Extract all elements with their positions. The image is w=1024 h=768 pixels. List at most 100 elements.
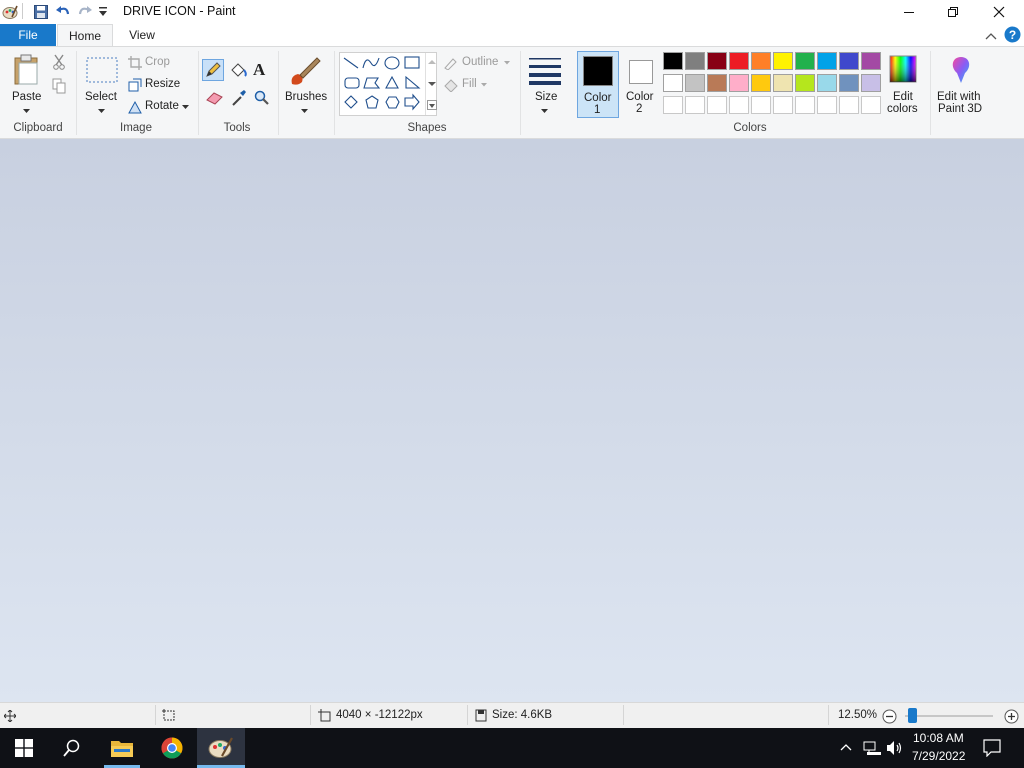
palette-color-swatch[interactable] bbox=[751, 74, 771, 92]
fill-bucket-icon[interactable] bbox=[229, 62, 247, 83]
palette-custom-slot[interactable] bbox=[751, 96, 771, 114]
clock-time[interactable]: 10:08 AM bbox=[913, 731, 964, 745]
pencil-icon bbox=[206, 62, 221, 77]
clock-date[interactable]: 7/29/2022 bbox=[912, 749, 965, 763]
canvas-area[interactable] bbox=[0, 139, 1024, 702]
palette-color-swatch[interactable] bbox=[707, 74, 727, 92]
customize-quick-access-icon[interactable] bbox=[98, 6, 108, 21]
notifications-icon[interactable] bbox=[983, 739, 1001, 757]
palette-custom-slot[interactable] bbox=[729, 96, 749, 114]
image-dimensions-icon bbox=[318, 709, 331, 722]
color-picker-icon[interactable] bbox=[231, 89, 247, 110]
size-button[interactable]: Size bbox=[526, 51, 564, 119]
status-divider bbox=[828, 705, 829, 725]
show-hidden-icons-icon[interactable] bbox=[840, 742, 852, 752]
palette-color-swatch[interactable] bbox=[751, 52, 771, 70]
rotate-button[interactable]: Rotate bbox=[127, 99, 193, 117]
svg-text:?: ? bbox=[1009, 28, 1016, 42]
restore-button[interactable] bbox=[930, 0, 976, 24]
palette-color-swatch[interactable] bbox=[861, 74, 881, 92]
crop-button[interactable]: Crop bbox=[127, 55, 187, 73]
zoom-out-icon[interactable] bbox=[882, 709, 897, 724]
paste-button[interactable]: Paste bbox=[6, 51, 48, 119]
palette-color-swatch[interactable] bbox=[663, 52, 683, 70]
copy-icon[interactable] bbox=[52, 78, 66, 97]
select-label: Select bbox=[85, 91, 117, 103]
minimize-ribbon-icon[interactable] bbox=[985, 30, 997, 44]
palette-custom-slot[interactable] bbox=[773, 96, 793, 114]
color2-button[interactable]: Color 2 bbox=[621, 51, 661, 118]
color1-button[interactable]: Color 1 bbox=[577, 51, 619, 118]
minimize-button[interactable] bbox=[886, 0, 932, 24]
start-button[interactable] bbox=[0, 728, 48, 768]
palette-custom-slot[interactable] bbox=[663, 96, 683, 114]
palette-color-swatch[interactable] bbox=[707, 52, 727, 70]
group-divider bbox=[76, 51, 77, 135]
palette-color-swatch[interactable] bbox=[861, 52, 881, 70]
paint-app-icon[interactable] bbox=[2, 4, 18, 23]
shapes-gallery[interactable] bbox=[339, 52, 437, 116]
palette-custom-slot[interactable] bbox=[685, 96, 705, 114]
network-icon[interactable] bbox=[863, 740, 881, 756]
tab-home[interactable]: Home bbox=[57, 24, 113, 47]
help-icon[interactable]: ? bbox=[1004, 26, 1021, 46]
palette-color-swatch[interactable] bbox=[729, 52, 749, 70]
redo-icon[interactable] bbox=[77, 4, 93, 23]
palette-color-swatch[interactable] bbox=[817, 74, 837, 92]
taskbar-paint[interactable] bbox=[197, 728, 245, 768]
taskbar-chrome[interactable] bbox=[148, 728, 196, 768]
palette-custom-slot[interactable] bbox=[707, 96, 727, 114]
palette-color-swatch[interactable] bbox=[685, 52, 705, 70]
rotate-icon bbox=[128, 100, 142, 114]
palette-custom-slot[interactable] bbox=[795, 96, 815, 114]
tab-file[interactable]: File bbox=[0, 24, 56, 46]
tab-view[interactable]: View bbox=[116, 24, 168, 46]
select-button[interactable]: Select bbox=[82, 51, 122, 119]
palette-custom-slot[interactable] bbox=[817, 96, 837, 114]
resize-button[interactable]: Resize bbox=[127, 77, 187, 95]
magnifier-icon[interactable] bbox=[254, 90, 270, 109]
palette-color-swatch[interactable] bbox=[839, 52, 859, 70]
group-divider bbox=[334, 51, 335, 135]
edit-with-paint3d-button[interactable]: Edit with Paint 3D bbox=[935, 51, 987, 119]
palette-color-swatch[interactable] bbox=[795, 74, 815, 92]
undo-icon[interactable] bbox=[55, 4, 71, 23]
pencil-tool[interactable] bbox=[202, 59, 224, 81]
palette-color-swatch[interactable] bbox=[773, 52, 793, 70]
palette-color-swatch[interactable] bbox=[795, 52, 815, 70]
shapes-gallery-icons bbox=[343, 56, 421, 111]
edit-colors-label-1: Edit bbox=[893, 91, 913, 103]
zoom-slider-track[interactable] bbox=[905, 715, 993, 717]
palette-color-swatch[interactable] bbox=[817, 52, 837, 70]
text-tool-icon[interactable]: A bbox=[253, 60, 265, 80]
close-button[interactable] bbox=[976, 0, 1022, 24]
window-title: DRIVE ICON - Paint bbox=[123, 4, 236, 18]
palette-color-swatch[interactable] bbox=[685, 74, 705, 92]
zoom-slider-thumb[interactable] bbox=[908, 708, 917, 723]
brushes-dropdown-icon bbox=[301, 109, 308, 113]
volume-icon[interactable] bbox=[886, 740, 904, 756]
fill-button[interactable]: Fill bbox=[442, 77, 502, 95]
taskbar-file-explorer[interactable] bbox=[98, 728, 146, 768]
palette-color-swatch[interactable] bbox=[839, 74, 859, 92]
fill-label: Fill bbox=[462, 78, 477, 90]
outline-button[interactable]: Outline bbox=[442, 55, 514, 73]
cut-icon[interactable] bbox=[52, 54, 66, 73]
search-button[interactable] bbox=[48, 728, 96, 768]
palette-color-swatch[interactable] bbox=[663, 74, 683, 92]
size-icon bbox=[529, 58, 561, 85]
edit-colors-button[interactable]: Edit colors bbox=[883, 51, 923, 119]
select-dropdown-icon bbox=[98, 109, 105, 113]
shapes-scrollbar[interactable] bbox=[425, 53, 437, 115]
windows-icon bbox=[15, 739, 33, 757]
eraser-icon[interactable] bbox=[206, 91, 224, 108]
brushes-button[interactable]: Brushes bbox=[283, 51, 327, 119]
palette-color-swatch[interactable] bbox=[773, 74, 793, 92]
zoom-in-icon[interactable] bbox=[1004, 709, 1019, 724]
palette-custom-slot[interactable] bbox=[839, 96, 859, 114]
save-icon[interactable] bbox=[33, 4, 49, 23]
paste-icon bbox=[14, 54, 38, 85]
restore-icon bbox=[948, 7, 958, 17]
palette-color-swatch[interactable] bbox=[729, 74, 749, 92]
palette-custom-slot[interactable] bbox=[861, 96, 881, 114]
